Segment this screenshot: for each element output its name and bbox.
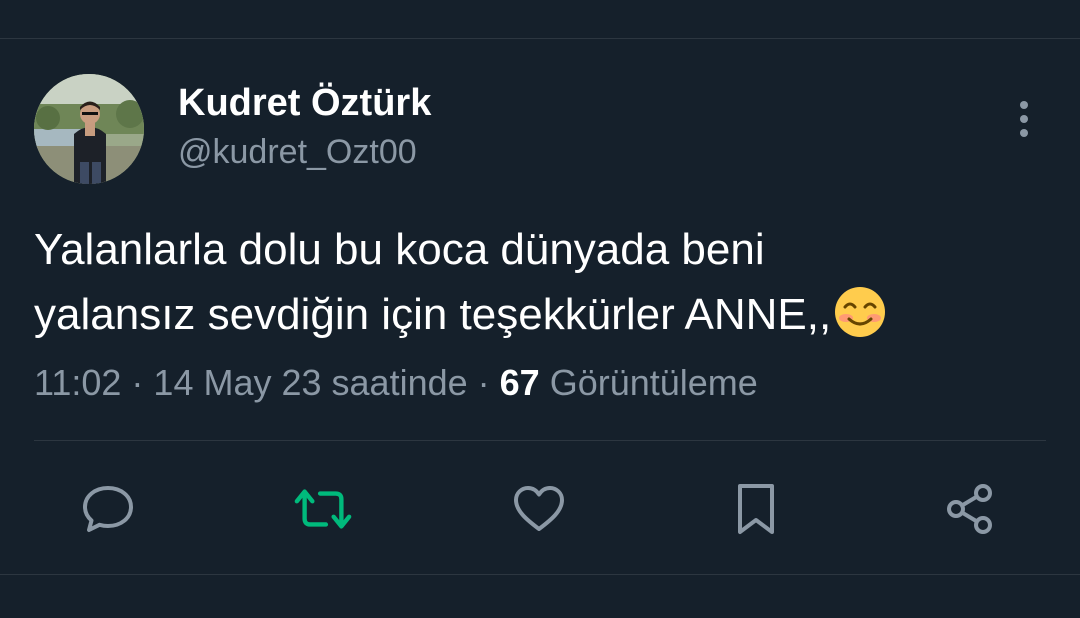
- tweet-text-line-1: Yalanlarla dolu bu koca dünyada beni: [34, 225, 765, 274]
- author-names: Kudret Öztürk @kudret_Ozt00: [178, 81, 431, 173]
- author-display-name[interactable]: Kudret Öztürk: [178, 81, 431, 125]
- views-label[interactable]: Görüntüleme: [550, 362, 758, 403]
- bookmark-icon: [738, 484, 774, 534]
- retweet-icon: [294, 489, 352, 529]
- tweet-page: Kudret Öztürk @kudret_Ozt00 Yalanlarla d…: [0, 0, 1080, 618]
- tweet-text-line-2: yalansız sevdiğin için teşekkürler ANNE,…: [34, 290, 832, 339]
- tweet-text: Yalanlarla dolu bu koca dünyada beni yal…: [34, 217, 1044, 347]
- tweet-date[interactable]: 14 May 23 saatinde: [153, 362, 467, 403]
- avatar-photo: [34, 74, 144, 184]
- tweet-card: Kudret Öztürk @kudret_Ozt00 Yalanlarla d…: [0, 39, 1080, 574]
- share-button[interactable]: [940, 479, 1000, 539]
- action-bar: [0, 441, 1080, 574]
- reply-button[interactable]: [78, 479, 138, 539]
- tweet-time[interactable]: 11:02: [34, 362, 121, 403]
- like-button[interactable]: [509, 479, 569, 539]
- like-icon: [514, 486, 564, 531]
- retweet-button[interactable]: [293, 479, 353, 539]
- more-vertical-icon: [1020, 101, 1028, 137]
- bottom-divider: [0, 574, 1080, 575]
- meta-separator: ·: [477, 362, 490, 403]
- avatar[interactable]: [34, 74, 144, 184]
- meta-separator: ·: [131, 362, 144, 403]
- author-handle[interactable]: @kudret_Ozt00: [178, 131, 431, 173]
- smiling-face-emoji-icon: [835, 287, 886, 337]
- reply-icon: [83, 486, 133, 532]
- tweet-meta: 11:02 · 14 May 23 saatinde · 67 Görüntüleme: [34, 361, 758, 405]
- bookmark-button[interactable]: [726, 479, 786, 539]
- share-icon: [947, 484, 992, 534]
- more-options-button[interactable]: [1000, 91, 1048, 147]
- views-count[interactable]: 67: [500, 362, 540, 403]
